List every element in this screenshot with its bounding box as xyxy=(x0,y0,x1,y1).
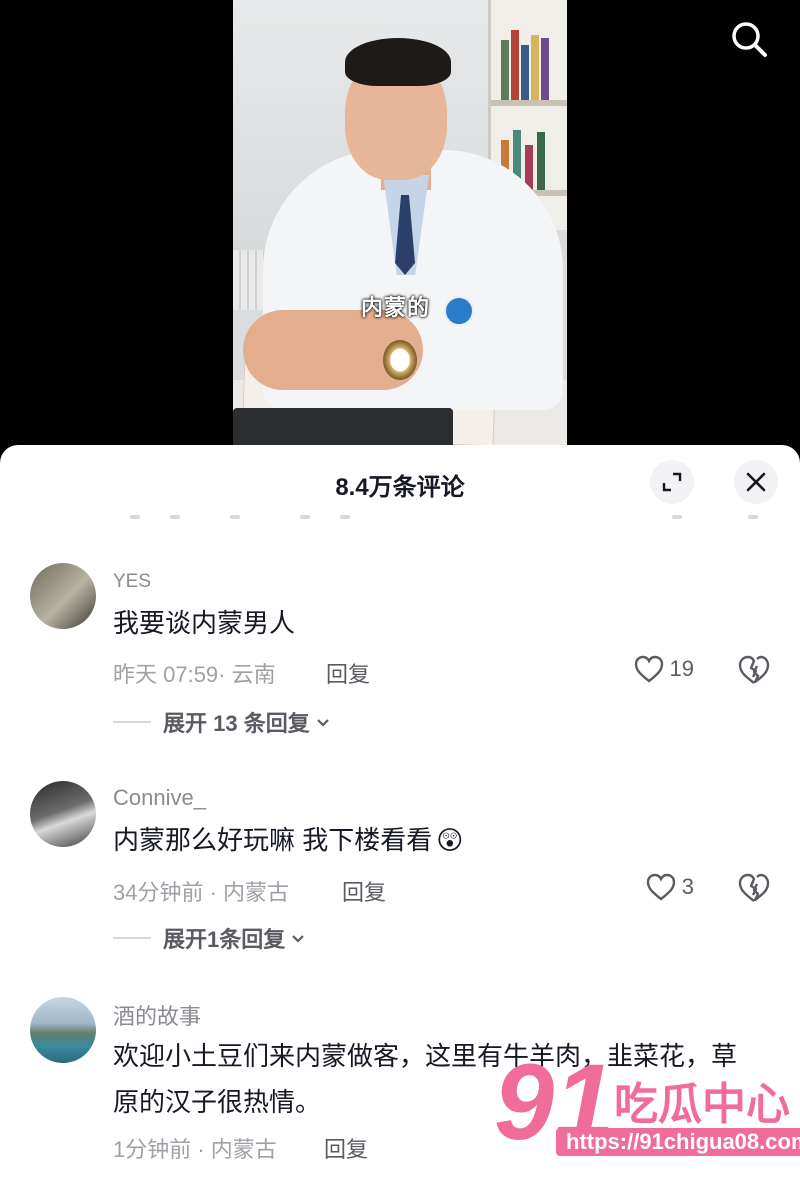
expand-replies-label: 展开 13 条回复 xyxy=(163,711,310,736)
avatar[interactable] xyxy=(30,781,96,847)
comment-username[interactable]: 酒的故事 xyxy=(113,999,201,1031)
watermark-name: 吃瓜中心 xyxy=(614,1080,790,1129)
chevron-down-icon xyxy=(316,719,329,727)
avatar[interactable] xyxy=(30,563,96,629)
like-button[interactable]: 19 xyxy=(634,655,694,683)
search-button[interactable] xyxy=(728,18,770,60)
watermark-url: https://91chigua08.com xyxy=(556,1128,800,1156)
comment-text-content: 内蒙那么好玩嘛 我下楼看看 xyxy=(113,825,433,855)
comment-username[interactable]: Connive_ xyxy=(113,785,206,811)
expand-icon xyxy=(662,472,682,492)
search-icon xyxy=(732,22,767,57)
comment-item: YES 我要谈内蒙男人 昨天 07:59· 云南 回复 19 展开 13 条回复 xyxy=(0,563,800,763)
hospital-badge-icon xyxy=(444,296,474,326)
reply-button[interactable]: 回复 xyxy=(326,657,370,689)
comment-meta: 34分钟前 · 内蒙古 xyxy=(113,880,290,905)
expand-button[interactable] xyxy=(650,460,694,504)
expand-replies-button[interactable]: 展开1条回复 xyxy=(113,922,307,954)
avatar[interactable] xyxy=(30,997,96,1063)
broken-heart-icon[interactable] xyxy=(738,873,770,903)
like-button[interactable]: 3 xyxy=(646,873,694,901)
video-caption: 内蒙的 xyxy=(361,295,431,320)
comment-text: 内蒙那么好玩嘛 我下楼看看 😲 xyxy=(113,817,753,863)
close-button[interactable] xyxy=(734,460,778,504)
comment-meta: 昨天 07:59· 云南 xyxy=(113,662,276,687)
close-icon xyxy=(746,472,766,492)
video-keyboard xyxy=(233,408,453,450)
reply-button[interactable]: 回复 xyxy=(324,1132,368,1164)
chevron-down-icon xyxy=(292,935,305,943)
comment-meta: 1分钟前 · 内蒙古 xyxy=(113,1137,277,1162)
expand-replies-button[interactable]: 展开 13 条回复 xyxy=(113,706,332,738)
video-frame: 内蒙的 xyxy=(233,0,567,450)
watermark: 91 吃瓜中心 https://91chigua08.com xyxy=(494,1048,800,1168)
expand-replies-label: 展开1条回复 xyxy=(163,927,286,952)
video-watch xyxy=(383,340,417,380)
reply-button[interactable]: 回复 xyxy=(342,875,386,907)
like-count: 3 xyxy=(681,874,694,899)
sheet-header: 8.4万条评论 xyxy=(0,445,800,519)
comment-text-content: 我要谈内蒙男人 xyxy=(113,608,296,638)
surprised-emoji: 😲 xyxy=(436,825,464,855)
broken-heart-icon[interactable] xyxy=(738,655,770,685)
comment-text: 我要谈内蒙男人 xyxy=(113,600,753,646)
comment-item: Connive_ 内蒙那么好玩嘛 我下楼看看 😲 34分钟前 · 内蒙古 回复 3… xyxy=(0,781,800,981)
like-count: 19 xyxy=(669,656,694,681)
expand-line xyxy=(113,721,151,723)
expand-line xyxy=(113,937,151,939)
heart-icon xyxy=(634,655,663,683)
comment-sheet: 8.4万条评论 YES 我要谈内蒙男人 昨天 07:59· 云南 回复 19 展… xyxy=(0,445,800,1178)
heart-icon xyxy=(646,873,675,901)
scrolled-comment-remnant xyxy=(0,511,800,525)
video-player[interactable]: 内蒙的 xyxy=(0,0,800,450)
video-person-hair xyxy=(345,38,451,86)
comment-username[interactable]: YES xyxy=(113,571,151,593)
